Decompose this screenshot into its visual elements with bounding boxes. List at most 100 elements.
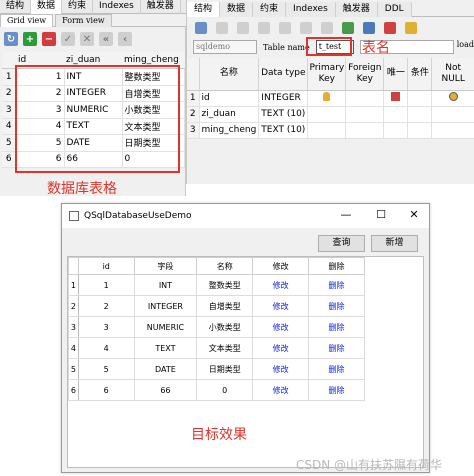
check-icon[interactable]: [405, 22, 417, 34]
cell-id[interactable]: 6: [77, 379, 135, 401]
cell-field[interactable]: NUMERIC: [133, 316, 198, 338]
cell-unique[interactable]: [383, 90, 409, 107]
col-header-check[interactable]: 条件: [407, 58, 433, 91]
tab-triggers[interactable]: 触发器: [141, 0, 181, 14]
tab-grid-view[interactable]: Grid view: [0, 14, 54, 27]
cell-datatype[interactable]: TEXT (10): [258, 106, 309, 123]
cell-foreign-key[interactable]: [345, 122, 385, 139]
cell-id[interactable]: 5: [77, 358, 135, 380]
cell-field[interactable]: 66: [133, 379, 198, 401]
delete-link[interactable]: 删除: [308, 274, 365, 296]
cell-field[interactable]: INT: [133, 274, 198, 296]
edit-link[interactable]: 修改: [252, 358, 310, 380]
tab-form-view[interactable]: Form view: [55, 14, 112, 27]
cell-name[interactable]: zi_duan: [199, 106, 260, 123]
foreign-key-icon[interactable]: [363, 22, 375, 34]
col-header-primary-key[interactable]: Primary Key: [307, 58, 347, 91]
col-header-not-null[interactable]: Not NULL: [431, 58, 474, 91]
table-row[interactable]: 1 id INTEGER: [187, 90, 474, 107]
cell-datatype[interactable]: TEXT (10): [258, 122, 309, 139]
table-row[interactable]: 5 5 DATE 日期类型 修改 删除: [68, 358, 365, 380]
table-row[interactable]: 6 6 66 0 修改 删除: [68, 379, 365, 401]
cell-name[interactable]: 整数类型: [196, 274, 254, 296]
cell-field[interactable]: INTEGER: [133, 295, 198, 317]
cell-check[interactable]: [407, 122, 433, 139]
cell-foreign-key[interactable]: [345, 106, 385, 123]
col-header-datatype[interactable]: Data type: [258, 58, 309, 91]
edit-link[interactable]: 修改: [252, 316, 310, 338]
prev-page-icon[interactable]: ‹: [118, 32, 132, 46]
col-header-unique[interactable]: 唯一: [383, 58, 409, 91]
cell-name[interactable]: 小数类型: [196, 316, 254, 338]
cell-primary-key[interactable]: [307, 106, 347, 123]
cell-unique[interactable]: [383, 106, 409, 123]
tab-constraints[interactable]: 约束: [253, 2, 287, 17]
tab-structure[interactable]: 结构: [187, 2, 221, 17]
table-row[interactable]: 3 3 NUMERIC 小数类型 修改 删除: [68, 316, 365, 338]
cell-foreign-key[interactable]: [345, 90, 385, 107]
commit-icon[interactable]: ✓: [61, 32, 75, 46]
cell-not-null[interactable]: [431, 90, 474, 107]
edit-link[interactable]: 修改: [252, 379, 310, 401]
rollback-icon[interactable]: ✕: [80, 32, 94, 46]
col-header-edit[interactable]: 修改: [252, 257, 310, 275]
col-header-name[interactable]: 名称: [199, 58, 260, 91]
table-row[interactable]: 3 ming_cheng TEXT (10): [187, 122, 474, 139]
cell-name[interactable]: 文本类型: [196, 337, 254, 359]
cell-check[interactable]: [407, 90, 433, 107]
col-header-field[interactable]: 字段: [133, 257, 198, 275]
minimize-icon[interactable]: —: [338, 208, 354, 222]
table-row[interactable]: 4 4 TEXT 文本类型 修改 删除: [68, 337, 365, 359]
cell-name[interactable]: 自增类型: [196, 295, 254, 317]
cell-field[interactable]: DATE: [133, 358, 198, 380]
cell-field[interactable]: TEXT: [133, 337, 198, 359]
col-header-name[interactable]: 名称: [196, 257, 254, 275]
cell-primary-key[interactable]: [307, 90, 347, 107]
refresh-icon[interactable]: [195, 22, 207, 34]
edit-link[interactable]: 修改: [252, 337, 310, 359]
delete-row-icon[interactable]: −: [42, 32, 56, 46]
primary-key-icon[interactable]: [342, 22, 354, 34]
refresh-icon[interactable]: ↻: [4, 32, 18, 46]
unique-icon[interactable]: [384, 22, 396, 34]
delete-link[interactable]: 删除: [308, 295, 365, 317]
rollback-icon[interactable]: [237, 22, 249, 34]
move-down-icon[interactable]: [321, 22, 333, 34]
cell-id[interactable]: 1: [77, 274, 135, 296]
table-row[interactable]: 2 2 INTEGER 自增类型 修改 删除: [68, 295, 365, 317]
tab-data[interactable]: 数据: [31, 0, 63, 14]
tab-triggers[interactable]: 触发器: [335, 2, 378, 17]
cell-id[interactable]: 3: [77, 316, 135, 338]
cell-check[interactable]: [407, 106, 433, 123]
tab-ddl[interactable]: DDL: [377, 2, 412, 17]
cell-not-null[interactable]: [431, 106, 474, 123]
edit-link[interactable]: 修改: [252, 295, 310, 317]
move-up-icon[interactable]: [300, 22, 312, 34]
first-page-icon[interactable]: «: [99, 32, 113, 46]
cell-name[interactable]: ming_cheng: [199, 122, 260, 139]
tab-indexes[interactable]: Indexes: [286, 2, 336, 17]
cell-name[interactable]: id: [199, 90, 260, 107]
col-header-foreign-key[interactable]: Foreign Key: [345, 58, 385, 91]
maximize-icon[interactable]: ☐: [373, 208, 389, 222]
tab-indexes[interactable]: Indexes: [93, 0, 141, 14]
close-icon[interactable]: ✕: [406, 208, 422, 222]
cell-id[interactable]: 4: [77, 337, 135, 359]
cell-name[interactable]: 0: [196, 379, 254, 401]
tab-constraints[interactable]: 约束: [62, 0, 94, 14]
tab-structure[interactable]: 结构: [0, 0, 32, 14]
table-row[interactable]: 2 zi_duan TEXT (10): [187, 106, 474, 123]
cell-datatype[interactable]: INTEGER: [258, 90, 309, 107]
query-button[interactable]: 查询: [318, 235, 365, 252]
delete-link[interactable]: 删除: [308, 316, 365, 338]
cell-name[interactable]: 日期类型: [196, 358, 254, 380]
cell-primary-key[interactable]: [307, 122, 347, 139]
cell-id[interactable]: 2: [77, 295, 135, 317]
delete-column-icon[interactable]: [279, 22, 291, 34]
cell-unique[interactable]: [383, 122, 409, 139]
edit-link[interactable]: 修改: [252, 274, 310, 296]
tab-data[interactable]: 数据: [220, 2, 254, 17]
commit-icon[interactable]: [216, 22, 228, 34]
add-row-icon[interactable]: +: [23, 32, 37, 46]
col-header-delete[interactable]: 删除: [308, 257, 365, 275]
